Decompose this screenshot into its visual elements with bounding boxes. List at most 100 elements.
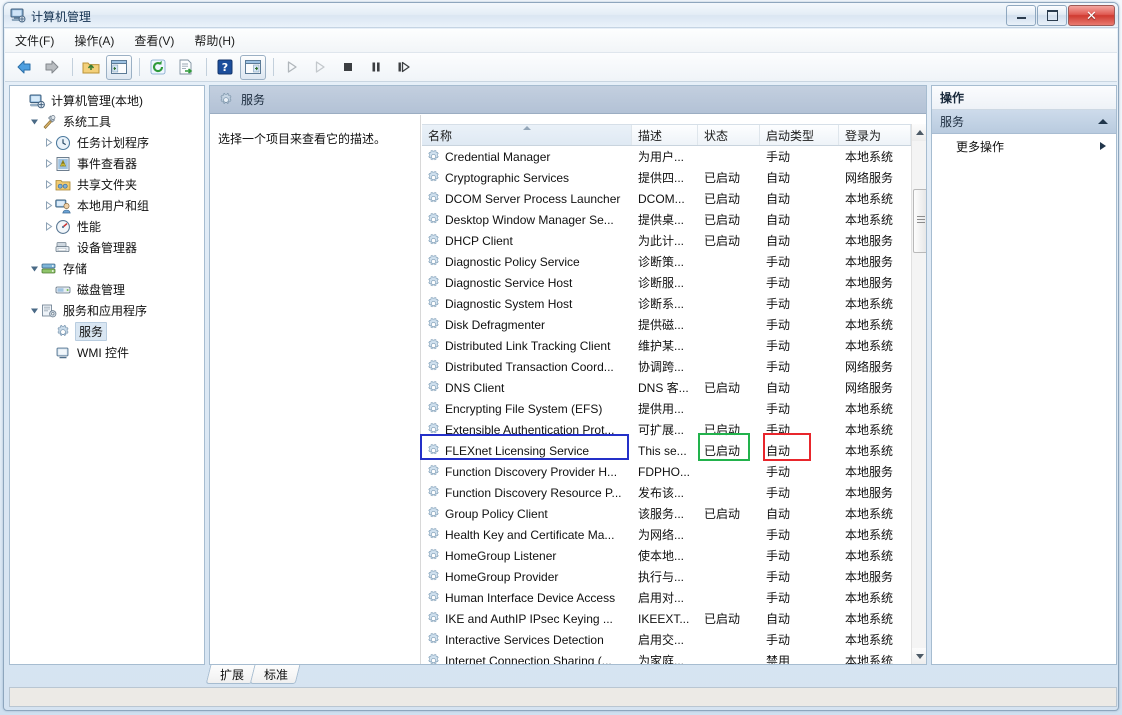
table-row[interactable]: HomeGroup Provider 执行与... 手动 本地服务 [422,566,911,587]
table-row[interactable]: Disk Defragmenter 提供磁... 手动 本地系统 [422,314,911,335]
start-service-icon[interactable] [279,55,305,80]
cell-text: 手动 [766,276,791,290]
twisty-collapsed-icon[interactable] [42,157,55,170]
column-header-4[interactable]: 登录为 [839,125,911,145]
cell-text: 本地服务 [845,276,894,290]
show-hide-tree-icon[interactable] [106,54,132,80]
table-row[interactable]: DCOM Server Process Launcher DCOM... 已启动 自动… [422,188,911,209]
cell-name: Encrypting File System (EFS) [422,401,632,416]
actions-group-services[interactable]: 服务 [932,110,1116,134]
table-row[interactable]: Group Policy Client 该服务... 已启动 自动 本地系统 [422,503,911,524]
action-more-actions[interactable]: 更多操作 [932,134,1116,158]
tree-node-event-viewer[interactable]: 事件查看器 [14,153,204,174]
table-row[interactable]: Cryptographic Services 提供四... 已启动 自动 网络服务 [422,167,911,188]
tree-node-system-tools[interactable]: 系统工具 [14,111,204,132]
vertical-scrollbar[interactable] [911,124,926,664]
table-row[interactable]: HomeGroup Listener 使本地... 手动 本地系统 [422,545,911,566]
table-row[interactable]: Interactive Services Detection 启用交... 手动 本地… [422,629,911,650]
table-row[interactable]: Diagnostic System Host 诊断系... 手动 本地系统 [422,293,911,314]
table-row[interactable]: Encrypting File System (EFS) 提供用... 手动 本地系统 [422,398,911,419]
scroll-up-button[interactable] [912,124,926,141]
twisty-collapsed-icon[interactable] [42,178,55,191]
table-row[interactable]: Extensible Authentication Prot... 可扩展... 已… [422,419,911,440]
help-icon[interactable]: ? [212,55,238,80]
service-gear-icon [426,422,441,437]
stop-service-icon[interactable] [335,55,361,80]
up-folder-icon[interactable] [78,55,104,80]
table-row[interactable]: FLEXnet Licensing Service This se... 已启动 自动… [422,440,911,461]
table-row[interactable]: Health Key and Certificate Ma... 为网络... 手动… [422,524,911,545]
tree-node-services-and-applications[interactable]: 服务和应用程序 [14,300,204,321]
export-list-icon[interactable] [173,55,199,80]
table-row[interactable]: Credential Manager 为用户... 手动 本地系统 [422,146,911,167]
menu-action[interactable]: 操作(A) [64,29,124,52]
service-gear-icon [426,569,441,584]
cell-text: 已启动 [704,381,741,395]
forward-icon[interactable] [39,55,65,80]
column-header-1[interactable]: 描述 [632,125,698,145]
chevron-up-icon[interactable] [1098,119,1108,124]
tab-extended[interactable]: 扩展 [205,665,257,684]
cell-startup: 自动 [760,211,839,228]
table-row[interactable]: Function Discovery Provider H... FDPHO...… [422,461,911,482]
twisty-expanded-icon[interactable] [28,262,41,275]
tree-node-wmi-control[interactable]: WMI 控件 [14,342,204,363]
table-row[interactable]: Human Interface Device Access 启用对... 手动 本地系… [422,587,911,608]
tree-node-computer-management[interactable]: 计算机管理(本地) [14,90,204,111]
twisty-collapsed-icon[interactable] [42,199,55,212]
properties-icon[interactable] [240,54,266,80]
cell-text: 本地系统 [845,339,894,353]
twisty-expanded-icon[interactable] [28,115,41,128]
services-apps-icon [41,303,57,319]
tree-node-device-manager[interactable]: 设备管理器 [14,237,204,258]
pause-service-icon[interactable] [363,55,389,80]
tree-node-shared-folders[interactable]: 共享文件夹 [14,174,204,195]
maximize-button[interactable] [1037,5,1067,26]
cell-text: 诊断服... [638,276,685,290]
tree-node-performance[interactable]: 性能 [14,216,204,237]
column-header-3[interactable]: 启动类型 [760,125,839,145]
column-header-0[interactable]: 名称 [422,125,632,145]
workspace: 计算机管理(本地) 系统工具 任务计划程序 事件查看器 共享文件夹 本地用户和组… [9,85,1117,665]
back-icon[interactable] [11,55,37,80]
resume-service-icon[interactable] [307,55,333,80]
table-row[interactable]: Distributed Link Tracking Client 维护某... 手动… [422,335,911,356]
tree-node-disk-management[interactable]: 磁盘管理 [14,279,204,300]
table-row[interactable]: Function Discovery Resource P... 发布该... 手动… [422,482,911,503]
close-button[interactable]: ✕ [1068,5,1115,26]
twisty-expanded-icon[interactable] [28,304,41,317]
sidebar-item-services[interactable]: 服务 [14,321,204,342]
scroll-down-button[interactable] [912,648,926,664]
tree-node-task-scheduler[interactable]: 任务计划程序 [14,132,204,153]
cell-startup: 手动 [760,421,839,438]
tab-standard[interactable]: 标准 [249,665,301,684]
cell-startup: 自动 [760,505,839,522]
table-row[interactable]: Diagnostic Service Host 诊断服... 手动 本地服务 [422,272,911,293]
cell-name: HomeGroup Provider [422,569,632,584]
table-row[interactable]: Diagnostic Policy Service 诊断策... 手动 本地服务 [422,251,911,272]
table-row[interactable]: Internet Connection Sharing (... 为家庭... 禁用… [422,650,911,664]
restart-service-icon[interactable] [391,55,417,80]
refresh-icon[interactable] [145,55,171,80]
column-header-2[interactable]: 状态 [698,125,760,145]
cell-text: 本地系统 [845,507,894,521]
table-row[interactable]: DHCP Client 为此计... 已启动 自动 本地服务 [422,230,911,251]
twisty-collapsed-icon[interactable] [42,136,55,149]
menu-help[interactable]: 帮助(H) [184,29,245,52]
cell-desc: 提供用... [632,400,698,417]
cell-startup: 手动 [760,631,839,648]
tree-node-local-users-groups[interactable]: 本地用户和组 [14,195,204,216]
cell-name: Diagnostic Policy Service [422,254,632,269]
table-row[interactable]: DNS Client DNS 客... 已启动 自动 网络服务 [422,377,911,398]
tree-node-storage[interactable]: 存储 [14,258,204,279]
minimize-button[interactable] [1006,5,1036,26]
menu-file[interactable]: 文件(F) [5,29,64,52]
twisty-collapsed-icon[interactable] [42,220,55,233]
scrollbar-thumb[interactable] [913,189,926,253]
table-row[interactable]: Desktop Window Manager Se... 提供桌... 已启动 自动 本… [422,209,911,230]
table-row[interactable]: IKE and AuthIP IPsec Keying ... IKEEXT...… [422,608,911,629]
table-row[interactable]: Distributed Transaction Coord... 协调跨... 手动… [422,356,911,377]
cell-startup: 手动 [760,358,839,375]
cell-startup: 自动 [760,379,839,396]
menu-view[interactable]: 查看(V) [124,29,184,52]
